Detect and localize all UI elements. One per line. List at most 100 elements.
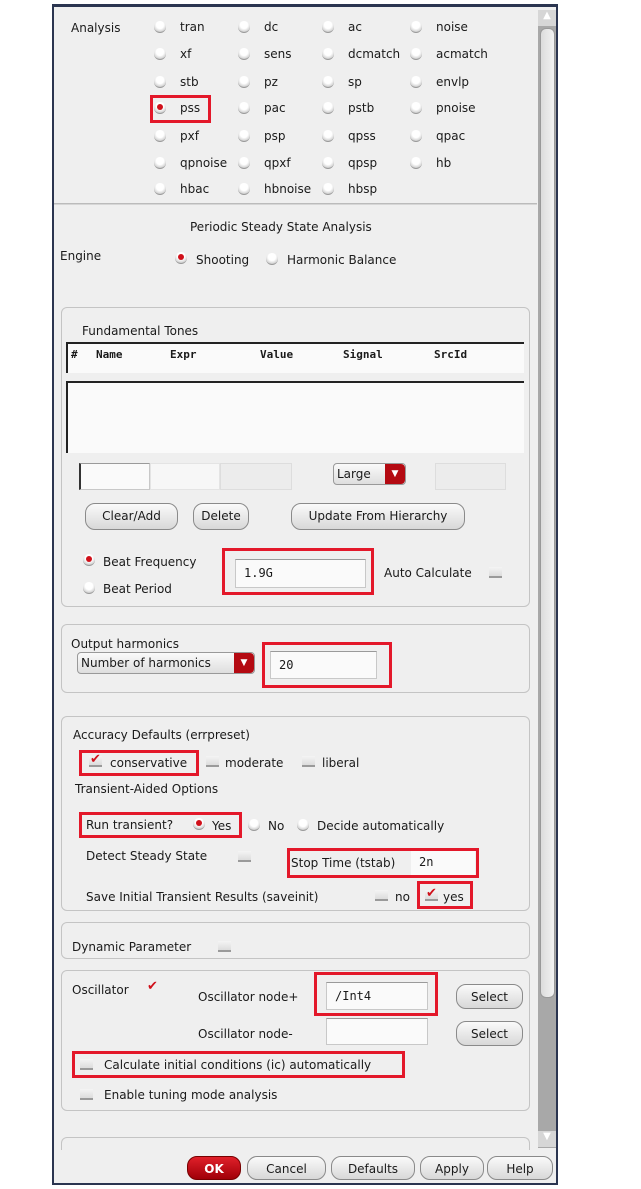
analysis-label-psp: psp xyxy=(264,129,286,143)
beat-value-input[interactable]: 1.9G xyxy=(235,559,366,588)
tones-table-body[interactable] xyxy=(66,381,524,453)
analysis-radio-xf[interactable] xyxy=(154,48,166,60)
highlight-box xyxy=(150,95,211,123)
help-button[interactable]: Help xyxy=(487,1156,553,1180)
analysis-radio-qpac[interactable] xyxy=(410,130,422,142)
beat-period-radio[interactable] xyxy=(83,582,95,594)
beat-frequency-label: Beat Frequency xyxy=(103,555,197,569)
analysis-label-sens: sens xyxy=(264,47,292,61)
scroll-down-icon[interactable]: ▼ xyxy=(538,1131,556,1147)
analysis-radio-acmatch[interactable] xyxy=(410,48,422,60)
chevron-down-icon: ▼ xyxy=(385,464,405,484)
dynamic-parameter-checkbox[interactable] xyxy=(218,941,231,952)
oscillator-checkbox[interactable] xyxy=(146,979,159,994)
analysis-label-qpsp: qpsp xyxy=(348,156,378,170)
analysis-label-noise: noise xyxy=(436,20,468,34)
analysis-radio-sens[interactable] xyxy=(238,48,250,60)
moderate-checkbox[interactable] xyxy=(206,756,219,767)
conservative-checkbox[interactable] xyxy=(89,752,102,767)
save-init-yes-checkbox[interactable] xyxy=(425,886,438,901)
col-header: Value xyxy=(260,348,294,361)
analysis-radio-ac[interactable] xyxy=(322,21,334,33)
analysis-label-ac: ac xyxy=(348,20,362,34)
apply-button[interactable]: Apply xyxy=(420,1156,484,1180)
analysis-radio-qpxf[interactable] xyxy=(238,157,250,169)
analysis-radio-envlp[interactable] xyxy=(410,76,422,88)
node-plus-label: Oscillator node+ xyxy=(198,990,299,1004)
node-plus-input[interactable]: /Int4 xyxy=(326,982,428,1010)
stop-time-input[interactable]: 2n xyxy=(411,851,475,875)
detect-steady-checkbox[interactable] xyxy=(238,851,251,862)
tone-expr-input[interactable] xyxy=(150,463,220,490)
analysis-radio-psp[interactable] xyxy=(238,130,250,142)
save-init-no-label: no xyxy=(395,890,410,904)
analysis-radio-pz[interactable] xyxy=(238,76,250,88)
dynamic-parameter-label: Dynamic Parameter xyxy=(72,940,192,954)
defaults-button[interactable]: Defaults xyxy=(331,1156,415,1180)
divider xyxy=(54,203,537,205)
analysis-radio-hbac[interactable] xyxy=(154,183,166,195)
analysis-label-stb: stb xyxy=(180,75,199,89)
liberal-checkbox[interactable] xyxy=(302,756,315,767)
engine-hb-radio[interactable] xyxy=(266,253,278,265)
analysis-radio-stb[interactable] xyxy=(154,76,166,88)
run-transient-auto-label: Decide automatically xyxy=(317,819,445,833)
analysis-label-hb: hb xyxy=(436,156,452,170)
analysis-label-hbsp: hbsp xyxy=(348,182,378,196)
section-title: Periodic Steady State Analysis xyxy=(190,220,372,234)
auto-calculate-checkbox[interactable] xyxy=(489,567,502,578)
analysis-radio-sp[interactable] xyxy=(322,76,334,88)
analysis-radio-qpss[interactable] xyxy=(322,130,334,142)
analysis-radio-hbsp[interactable] xyxy=(322,183,334,195)
clear-add-button[interactable]: Clear/Add xyxy=(85,503,178,530)
analysis-radio-pnoise[interactable] xyxy=(410,102,422,114)
save-init-no-checkbox[interactable] xyxy=(375,890,388,901)
conservative-label: conservative xyxy=(110,756,188,770)
analysis-label-tran: tran xyxy=(180,20,205,34)
col-header: SrcId xyxy=(434,348,468,361)
analysis-radio-dc[interactable] xyxy=(238,21,250,33)
calc-ic-checkbox[interactable] xyxy=(80,1059,93,1070)
harmonics-mode-dropdown[interactable]: Number of harmonics ▼ xyxy=(77,652,255,674)
beat-frequency-radio[interactable] xyxy=(83,554,95,566)
save-init-yes-label: yes xyxy=(443,890,464,904)
update-from-hierarchy-button[interactable]: Update From Hierarchy xyxy=(291,503,465,530)
beat-period-label: Beat Period xyxy=(103,582,172,596)
tuning-mode-checkbox[interactable] xyxy=(80,1089,93,1100)
delete-button[interactable]: Delete xyxy=(193,503,249,530)
engine-hb-label: Harmonic Balance xyxy=(287,253,397,267)
analysis-radio-pstb[interactable] xyxy=(322,102,334,114)
tone-name-input[interactable] xyxy=(79,463,150,490)
harmonics-title: Output harmonics xyxy=(71,637,179,651)
select-node-plus-button[interactable]: Select xyxy=(456,984,523,1009)
analysis-radio-pxf[interactable] xyxy=(154,130,166,142)
col-header: Signal xyxy=(343,348,383,361)
scrollbar-thumb[interactable] xyxy=(540,28,555,998)
analysis-radio-tran[interactable] xyxy=(154,21,166,33)
analysis-radio-noise[interactable] xyxy=(410,21,422,33)
scroll-up-icon[interactable]: ▲ xyxy=(538,10,556,26)
analysis-radio-qpnoise[interactable] xyxy=(154,157,166,169)
cancel-button[interactable]: Cancel xyxy=(247,1156,326,1180)
analysis-radio-qpsp[interactable] xyxy=(322,157,334,169)
run-transient-label: Run transient? xyxy=(86,818,174,832)
analysis-radio-pac[interactable] xyxy=(238,102,250,114)
analysis-radio-dcmatch[interactable] xyxy=(322,48,334,60)
run-transient-no-radio[interactable] xyxy=(248,819,260,831)
select-node-minus-button[interactable]: Select xyxy=(456,1021,523,1046)
tone-size-value: Large xyxy=(337,467,371,481)
transient-title: Transient-Aided Options xyxy=(75,782,219,796)
run-transient-yes-radio[interactable] xyxy=(193,818,205,830)
analysis-radio-hbnoise[interactable] xyxy=(238,183,250,195)
tone-size-dropdown[interactable]: Large ▼ xyxy=(333,463,406,485)
tone-srcid-input[interactable] xyxy=(435,463,506,490)
node-minus-input[interactable] xyxy=(326,1018,428,1045)
run-transient-auto-radio[interactable] xyxy=(297,819,309,831)
analysis-label-hbnoise: hbnoise xyxy=(264,182,312,196)
analysis-label-qpnoise: qpnoise xyxy=(180,156,228,170)
ok-button[interactable]: OK xyxy=(187,1156,241,1180)
harmonics-input[interactable]: 20 xyxy=(270,651,377,679)
engine-shooting-radio[interactable] xyxy=(175,252,187,264)
analysis-radio-hb[interactable] xyxy=(410,157,422,169)
tone-value-input[interactable] xyxy=(220,463,292,490)
